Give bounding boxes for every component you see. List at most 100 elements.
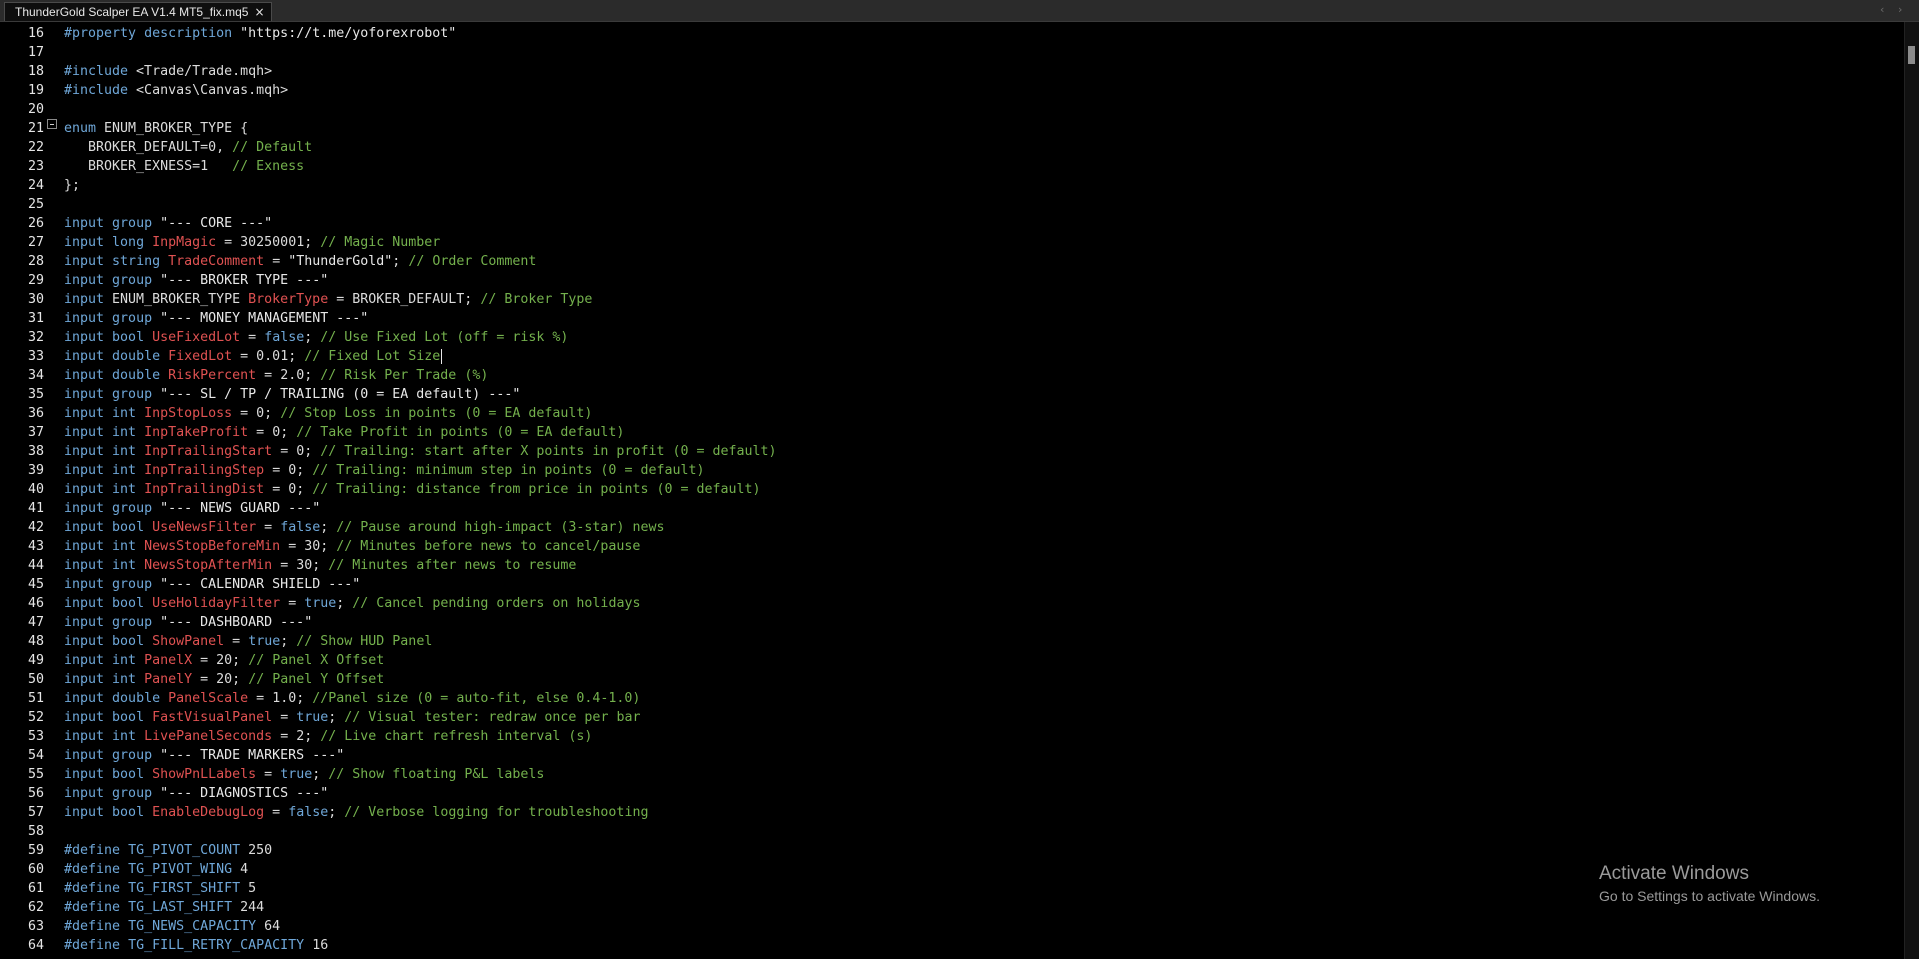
code-line[interactable]: 53 input int LivePanelSeconds = 2; // Liv… xyxy=(0,727,1900,746)
scroll-tabs-left-icon[interactable]: ‹ xyxy=(1880,3,1884,16)
code-line[interactable]: 51 input double PanelScale = 1.0; //Panel… xyxy=(0,689,1900,708)
code-line[interactable]: 64 #define TG_FILL_RETRY_CAPACITY 16 xyxy=(0,936,1900,955)
code-line[interactable]: 17 xyxy=(0,43,1900,62)
code-line[interactable]: 34 input double RiskPercent = 2.0; // Ris… xyxy=(0,366,1900,385)
code-line[interactable]: 48 input bool ShowPanel = true; // Show H… xyxy=(0,632,1900,651)
code-token: input xyxy=(64,615,105,630)
code-editor[interactable]: 16 #property description "https://t.me/yo… xyxy=(0,22,1919,959)
code-text: input group "--- CORE ---" xyxy=(64,214,272,233)
code-line[interactable]: 36 input int InpStopLoss = 0; // Stop Los… xyxy=(0,404,1900,423)
code-token: int xyxy=(112,558,137,573)
close-icon[interactable]: × xyxy=(254,6,264,18)
code-token: #property xyxy=(64,26,137,41)
code-line[interactable]: 24}; xyxy=(0,176,1900,195)
code-token: group xyxy=(112,748,153,763)
code-line[interactable]: 16 #property description "https://t.me/yo… xyxy=(0,24,1900,43)
code-line[interactable]: 47 input group "--- DASHBOARD ---" xyxy=(0,613,1900,632)
code-line[interactable]: 28 input string TradeComment = "ThunderGo… xyxy=(0,252,1900,271)
code-line[interactable]: 27 input long InpMagic = 30250001; // Mag… xyxy=(0,233,1900,252)
file-tab-label: ThunderGold Scalper EA V1.4 MT5_fix.mq5 xyxy=(15,5,249,19)
code-line[interactable]: 41 input group "--- NEWS GUARD ---" xyxy=(0,499,1900,518)
code-token: input xyxy=(64,406,105,421)
code-text: input int InpTrailingStart = 0; // Trail… xyxy=(64,442,777,461)
line-number: 61 xyxy=(27,881,44,896)
code-line[interactable]: 46 input bool UseHolidayFilter = true; //… xyxy=(0,594,1900,613)
code-line[interactable]: 25 xyxy=(0,195,1900,214)
code-line[interactable]: 20 xyxy=(0,100,1900,119)
code-line[interactable]: 42 input bool UseNewsFilter = false; // P… xyxy=(0,518,1900,537)
code-token: group xyxy=(112,577,153,592)
code-line[interactable]: 30 input ENUM_BROKER_TYPE BrokerType = BR… xyxy=(0,290,1900,309)
code-token: // Verbose logging for troubleshooting xyxy=(344,805,649,820)
code-line[interactable]: 18 #include <Trade/Trade.mqh> xyxy=(0,62,1900,81)
code-line[interactable]: 44 input int NewsStopAfterMin = 30; // Mi… xyxy=(0,556,1900,575)
code-token: #define xyxy=(64,862,121,877)
code-line[interactable]: 22 BROKER_DEFAULT=0, // Default xyxy=(0,138,1900,157)
code-line[interactable]: 26 input group "--- CORE ---" xyxy=(0,214,1900,233)
code-line[interactable]: 55 input bool ShowPnLLabels = true; // Sh… xyxy=(0,765,1900,784)
code-token: // Show floating P&L labels xyxy=(328,767,545,782)
code-line[interactable]: 23 BROKER_EXNESS=1 // Exness xyxy=(0,157,1900,176)
code-token: // Minutes after news to resume xyxy=(328,558,577,573)
code-line[interactable]: 58 xyxy=(0,822,1900,841)
code-line[interactable]: 52 input bool FastVisualPanel = true; // … xyxy=(0,708,1900,727)
code-line[interactable]: 39 input int InpTrailingStep = 0; // Trai… xyxy=(0,461,1900,480)
code-line[interactable]: 35 input group "--- SL / TP / TRAILING (0… xyxy=(0,385,1900,404)
code-line[interactable]: 31 input group "--- MONEY MANAGEMENT ---" xyxy=(0,309,1900,328)
code-line[interactable]: 33 input double FixedLot = 0.01; // Fixed… xyxy=(0,347,1900,366)
code-token: InpTrailingDist xyxy=(144,482,265,497)
code-line[interactable]: 56 input group "--- DIAGNOSTICS ---" xyxy=(0,784,1900,803)
code-token: ENUM_BROKER_TYPE { xyxy=(96,121,249,136)
code-token: true xyxy=(296,710,329,725)
code-token: = BROKER_DEFAULT; xyxy=(328,292,481,307)
code-token: = xyxy=(280,596,305,611)
code-line[interactable]: 38 input int InpTrailingStart = 0; // Tra… xyxy=(0,442,1900,461)
scrollbar-thumb[interactable] xyxy=(1908,46,1915,64)
code-token: input xyxy=(64,729,105,744)
code-line[interactable]: 59 #define TG_PIVOT_COUNT 250 xyxy=(0,841,1900,860)
code-line[interactable]: 50 input int PanelY = 20; // Panel Y Offs… xyxy=(0,670,1900,689)
code-token: "--- NEWS GUARD ---" xyxy=(160,501,321,516)
code-line[interactable]: 37 input int InpTakeProfit = 0; // Take P… xyxy=(0,423,1900,442)
code-token: = 0; xyxy=(272,444,321,459)
code-token: UseHolidayFilter xyxy=(152,596,281,611)
code-text: input string TradeComment = "ThunderGold… xyxy=(64,252,536,271)
code-lines: 16 #property description "https://t.me/yo… xyxy=(0,24,1900,955)
code-token: input xyxy=(64,767,105,782)
code-line[interactable]: 49 input int PanelX = 20; // Panel X Offs… xyxy=(0,651,1900,670)
code-token: FixedLot xyxy=(168,349,233,364)
vertical-scrollbar[interactable] xyxy=(1904,22,1919,959)
file-tab[interactable]: ThunderGold Scalper EA V1.4 MT5_fix.mq5 … xyxy=(4,2,272,21)
code-token: }; xyxy=(64,178,81,193)
scroll-tabs-right-icon[interactable]: › xyxy=(1898,3,1902,16)
code-line[interactable]: 19 #include <Canvas\Canvas.mqh> xyxy=(0,81,1900,100)
code-token: = 2.0; xyxy=(256,368,321,383)
code-line[interactable]: 32 input bool UseFixedLot = false; // Use… xyxy=(0,328,1900,347)
code-line[interactable]: 43 input int NewsStopBeforeMin = 30; // M… xyxy=(0,537,1900,556)
line-number: 62 xyxy=(27,900,44,915)
code-line[interactable]: 45 input group "--- CALENDAR SHIELD ---" xyxy=(0,575,1900,594)
code-text: input int InpTrailingDist = 0; // Traili… xyxy=(64,480,761,499)
code-line[interactable]: 40 input int InpTrailingDist = 0; // Trai… xyxy=(0,480,1900,499)
code-token: 244 xyxy=(232,900,265,915)
code-line[interactable]: 29 input group "--- BROKER TYPE ---" xyxy=(0,271,1900,290)
code-text: input group "--- MONEY MANAGEMENT ---" xyxy=(64,309,368,328)
code-token: input xyxy=(64,520,105,535)
code-line[interactable]: 54 input group "--- TRADE MARKERS ---" xyxy=(0,746,1900,765)
code-line[interactable]: 57 input bool EnableDebugLog = false; // … xyxy=(0,803,1900,822)
code-line[interactable]: 21 enum ENUM_BROKER_TYPE { xyxy=(0,119,1900,138)
code-line[interactable]: 63 #define TG_NEWS_CAPACITY 64 xyxy=(0,917,1900,936)
